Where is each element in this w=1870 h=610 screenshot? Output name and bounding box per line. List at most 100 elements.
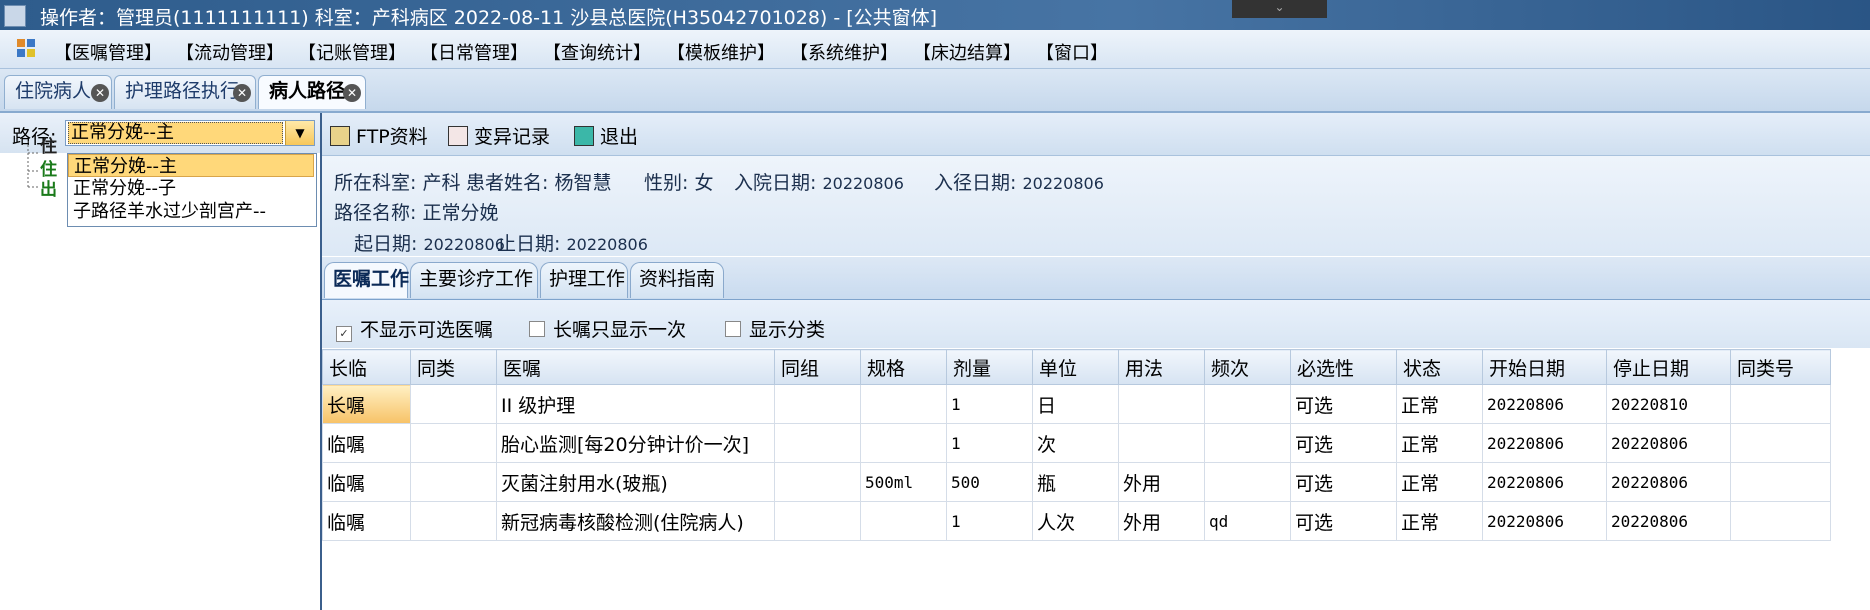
menu-billing-management[interactable]: 【记账管理】: [298, 39, 406, 65]
tab-nursing-work[interactable]: 护理工作: [540, 262, 628, 298]
cell-order[interactable]: 新冠病毒核酸检测(住院病人): [496, 501, 775, 541]
cell-status[interactable]: 正常: [1396, 423, 1483, 463]
cell-group[interactable]: [774, 384, 861, 424]
column-header[interactable]: 单位: [1032, 349, 1119, 385]
menu-query-statistics[interactable]: 【查询统计】: [543, 39, 651, 65]
cell-category[interactable]: [410, 384, 497, 424]
column-header[interactable]: 必选性: [1290, 349, 1397, 385]
cell-unit[interactable]: 次: [1032, 423, 1119, 463]
cell-category[interactable]: [410, 423, 497, 463]
table-row[interactable]: 临嘱 胎心监测[每20分钟计价一次] 1 次 可选 正常 20220806 20…: [322, 423, 1831, 463]
menu-flow-management[interactable]: 【流动管理】: [176, 39, 284, 65]
column-header[interactable]: 同组: [774, 349, 861, 385]
cell-unit[interactable]: 瓶: [1032, 462, 1119, 502]
menu-daily-management[interactable]: 【日常管理】: [420, 39, 528, 65]
cell-frequency[interactable]: qd: [1204, 501, 1291, 541]
table-row[interactable]: 长嘱 II 级护理 1 日 可选 正常 20220806 20220810: [322, 384, 1831, 424]
cell-order[interactable]: II 级护理: [496, 384, 775, 424]
column-header[interactable]: 剂量: [946, 349, 1033, 385]
cell-category[interactable]: [410, 501, 497, 541]
path-combobox[interactable]: 正常分娩--主 ▼: [65, 120, 315, 146]
tab-nursing-path-execution[interactable]: 护理路径执行 ✕: [114, 75, 256, 109]
column-header[interactable]: 状态: [1396, 349, 1483, 385]
column-header[interactable]: 长临: [322, 349, 411, 385]
tab-patient-path[interactable]: 病人路径 ✕: [258, 75, 366, 109]
cell-order[interactable]: 灭菌注射用水(玻瓶): [496, 462, 775, 502]
cell-category[interactable]: [410, 462, 497, 502]
dropdown-option[interactable]: 正常分娩--子: [68, 177, 314, 200]
cell-stop-date[interactable]: 20220806: [1606, 423, 1731, 463]
cell-group[interactable]: [774, 501, 861, 541]
cell-spec[interactable]: [860, 384, 947, 424]
menu-bedside-settlement[interactable]: 【床边结算】: [913, 39, 1021, 65]
cell-status[interactable]: 正常: [1396, 501, 1483, 541]
tab-main-treatment[interactable]: 主要诊疗工作: [410, 262, 538, 298]
menu-window[interactable]: 【窗口】: [1036, 39, 1108, 65]
cell-start-date[interactable]: 20220806: [1482, 501, 1607, 541]
menu-order-management[interactable]: 【医嘱管理】: [54, 39, 162, 65]
cell-usage[interactable]: [1118, 384, 1205, 424]
cell-group[interactable]: [774, 462, 861, 502]
cell-start-date[interactable]: 20220806: [1482, 384, 1607, 424]
table-row[interactable]: 临嘱 灭菌注射用水(玻瓶) 500ml 500 瓶 外用 可选 正常 20220…: [322, 462, 1831, 502]
cell-frequency[interactable]: [1204, 423, 1291, 463]
tab-inpatients[interactable]: 住院病人 ✕: [4, 75, 112, 109]
cell-category-no[interactable]: [1730, 384, 1831, 424]
cell-spec[interactable]: 500ml: [860, 462, 947, 502]
cell-required[interactable]: 可选: [1290, 462, 1397, 502]
cell-frequency[interactable]: [1204, 384, 1291, 424]
dropdown-option[interactable]: 子路径羊水过少剖宫产--: [68, 200, 314, 223]
cell-stop-date[interactable]: 20220806: [1606, 462, 1731, 502]
cell-dose[interactable]: 1: [946, 501, 1033, 541]
menu-template-maintenance[interactable]: 【模板维护】: [667, 39, 775, 65]
table-row[interactable]: 临嘱 新冠病毒核酸检测(住院病人) 1 人次 外用 qd 可选 正常 20220…: [322, 501, 1831, 541]
column-header[interactable]: 开始日期: [1482, 349, 1607, 385]
cell-order-type[interactable]: 临嘱: [322, 462, 411, 502]
cell-order-type[interactable]: 临嘱: [322, 501, 411, 541]
show-category-checkbox[interactable]: 显示分类: [725, 315, 825, 342]
cell-category-no[interactable]: [1730, 423, 1831, 463]
column-header[interactable]: 停止日期: [1606, 349, 1731, 385]
hide-optional-checkbox[interactable]: ✓ 不显示可选医嘱: [336, 315, 493, 342]
cell-start-date[interactable]: 20220806: [1482, 423, 1607, 463]
variance-record-button[interactable]: 变异记录: [448, 122, 550, 149]
collapse-button[interactable]: ⌄: [1232, 0, 1327, 18]
column-header[interactable]: 规格: [860, 349, 947, 385]
cell-unit[interactable]: 人次: [1032, 501, 1119, 541]
close-icon[interactable]: ✕: [343, 84, 361, 102]
cell-start-date[interactable]: 20220806: [1482, 462, 1607, 502]
tree-node[interactable]: 出: [40, 175, 57, 200]
cell-group[interactable]: [774, 423, 861, 463]
cell-spec[interactable]: [860, 501, 947, 541]
cell-usage[interactable]: 外用: [1118, 462, 1205, 502]
tree-node[interactable]: 住: [40, 132, 57, 157]
cell-frequency[interactable]: [1204, 462, 1291, 502]
column-header[interactable]: 用法: [1118, 349, 1205, 385]
exit-button[interactable]: 退出: [574, 122, 638, 149]
cell-required[interactable]: 可选: [1290, 423, 1397, 463]
cell-order-type[interactable]: 临嘱: [322, 423, 411, 463]
cell-unit[interactable]: 日: [1032, 384, 1119, 424]
cell-usage[interactable]: [1118, 423, 1205, 463]
long-order-once-checkbox[interactable]: 长嘱只显示一次: [529, 315, 686, 342]
menu-system-maintenance[interactable]: 【系统维护】: [790, 39, 898, 65]
cell-required[interactable]: 可选: [1290, 501, 1397, 541]
cell-order-type[interactable]: 长嘱: [322, 384, 411, 424]
cell-category-no[interactable]: [1730, 462, 1831, 502]
column-header[interactable]: 同类: [410, 349, 497, 385]
cell-stop-date[interactable]: 20220806: [1606, 501, 1731, 541]
column-header[interactable]: 医嘱: [496, 349, 775, 385]
cell-spec[interactable]: [860, 423, 947, 463]
close-icon[interactable]: ✕: [91, 84, 109, 102]
cell-category-no[interactable]: [1730, 501, 1831, 541]
close-icon[interactable]: ✕: [233, 84, 251, 102]
column-header[interactable]: 频次: [1204, 349, 1291, 385]
ftp-button[interactable]: FTP资料: [330, 122, 428, 149]
cell-dose[interactable]: 1: [946, 423, 1033, 463]
cell-dose[interactable]: 500: [946, 462, 1033, 502]
tab-order-work[interactable]: 医嘱工作: [324, 262, 409, 298]
cell-dose[interactable]: 1: [946, 384, 1033, 424]
chevron-down-icon[interactable]: ▼: [285, 121, 314, 145]
tab-material-guide[interactable]: 资料指南: [630, 262, 724, 298]
dropdown-option[interactable]: 正常分娩--主: [68, 154, 314, 177]
